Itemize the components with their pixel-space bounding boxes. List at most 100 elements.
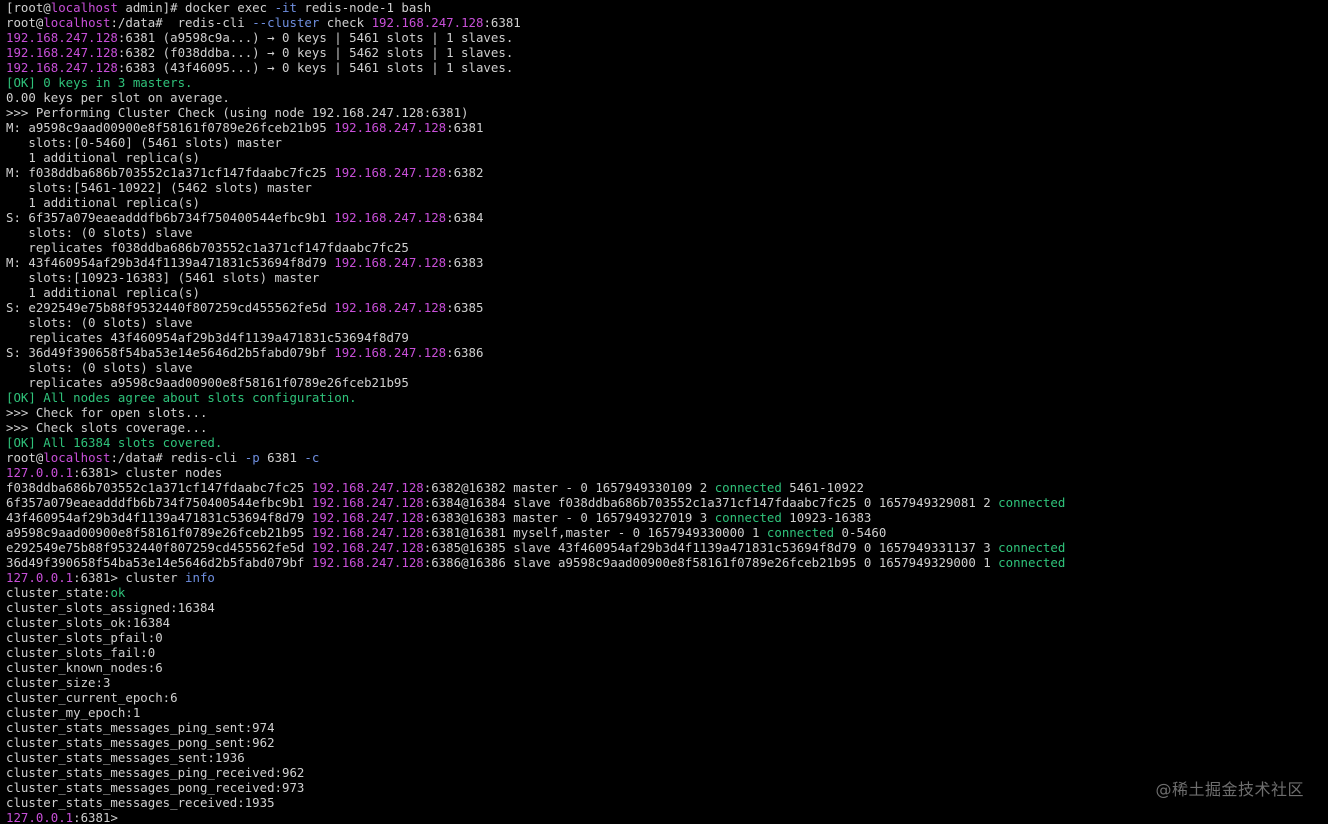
terminal-line: cluster_slots_fail:0 [6,645,1328,660]
terminal-line: 0.00 keys per slot on average. [6,90,1328,105]
terminal-line: slots: (0 slots) slave [6,315,1328,330]
terminal-text-segment: cluster_stats_messages_sent:1936 [6,749,245,765]
terminal-text-segment: connected [998,494,1066,510]
terminal-line: slots: (0 slots) slave [6,225,1328,240]
terminal-line: replicates f038ddba686b703552c1a371cf147… [6,240,1328,255]
terminal-text-segment: connected [998,554,1066,570]
terminal-line: 192.168.247.128:6382 (f038ddba...) → 0 k… [6,45,1328,60]
terminal-line: slots: (0 slots) slave [6,360,1328,375]
terminal-text-segment: M: f038ddba686b703552c1a371cf147fdaabc7f… [6,164,335,180]
terminal-line: [OK] All 16384 slots covered. [6,435,1328,450]
terminal-text-segment: :6383 (43f46095...) → 0 keys | 5461 slot… [117,59,514,75]
terminal-text-segment: 192.168.247.128 [311,524,424,540]
terminal-text-segment: 192.168.247.128 [6,44,118,60]
terminal-line: f038ddba686b703552c1a371cf147fdaabc7fc25… [6,480,1328,495]
terminal-text-segment: 192.168.247.128 [6,29,118,45]
terminal-text-segment: S: 6f357a079eaeadddfb6b734f750400544efbc… [6,209,335,225]
terminal-text-segment: 192.168.247.128 [311,539,424,555]
terminal-text-segment: -p [244,449,260,465]
terminal-line: cluster_state:ok [6,585,1328,600]
terminal-text-segment: >>> Performing Cluster Check (using node… [6,104,469,120]
terminal-line: cluster_stats_messages_pong_sent:962 [6,735,1328,750]
terminal-line: cluster_stats_messages_pong_received:973 [6,780,1328,795]
terminal-text-segment: f038ddba686b703552c1a371cf147fdaabc7fc25 [6,479,312,495]
terminal-line: cluster_slots_pfail:0 [6,630,1328,645]
terminal-text-segment: connected [766,524,835,540]
terminal-line: 1 additional replica(s) [6,285,1328,300]
terminal-text-segment: slots: (0 slots) slave [6,359,193,375]
terminal-line: replicates a9598c9aad00900e8f58161f0789e… [6,375,1328,390]
terminal-line: [root@localhost admin]# docker exec -it … [6,0,1328,15]
terminal-text-segment: cluster_my_epoch:1 [6,704,141,720]
terminal-text-segment: :6386 [446,344,484,360]
terminal-cursor [118,811,125,824]
terminal-text-segment: cluster_state: [6,584,111,600]
terminal-line: cluster_stats_messages_ping_sent:974 [6,720,1328,735]
terminal-window[interactable]: [root@localhost admin]# docker exec -it … [0,0,1328,824]
terminal-text-segment: 192.168.247.128 [311,554,424,570]
terminal-text-segment: ok [110,584,126,600]
terminal-text-segment: 192.168.247.128 [334,344,447,360]
terminal-text-segment: e292549e75b88f9532440f807259cd455562fe5d [6,539,312,555]
terminal-text-segment: root@ [6,449,44,465]
terminal-text-segment: 43f460954af29b3d4f1139a471831c53694f8d79 [6,509,312,525]
terminal-output: [root@localhost admin]# docker exec -it … [6,0,1328,824]
terminal-line: 1 additional replica(s) [6,195,1328,210]
terminal-text-segment: redis-node-1 bash [296,0,432,15]
terminal-text-segment: check [319,14,372,30]
terminal-text-segment: :6385 [446,299,484,315]
terminal-text-segment: :6382@16382 master - 0 1657949330109 2 [423,479,715,495]
terminal-text-segment: slots: (0 slots) slave [6,224,193,240]
terminal-text-segment: cluster_stats_messages_pong_sent:962 [6,734,275,750]
terminal-line: slots:[0-5460] (5461 slots) master [6,135,1328,150]
terminal-text-segment: :6381> [73,809,118,824]
terminal-line: S: 36d49f390658f54ba53e14e5646d2b5fabd07… [6,345,1328,360]
terminal-line: >>> Check slots coverage... [6,420,1328,435]
terminal-text-segment: 10923-16383 [781,509,872,525]
terminal-text-segment: connected [998,539,1066,555]
terminal-text-segment: :6383@16383 master - 0 1657949327019 3 [423,509,715,525]
terminal-text-segment: :/data# redis-cli [110,449,245,465]
terminal-text-segment: :6383 [446,254,484,270]
terminal-text-segment: M: 43f460954af29b3d4f1139a471831c53694f8… [6,254,335,270]
terminal-text-segment: [OK] 0 keys in 3 masters. [6,74,193,90]
terminal-text-segment: cluster_slots_assigned:16384 [6,599,215,615]
terminal-text-segment: admin]# docker exec [117,0,275,15]
terminal-line: replicates 43f460954af29b3d4f1139a471831… [6,330,1328,345]
terminal-line: 1 additional replica(s) [6,150,1328,165]
terminal-text-segment: -c [304,449,320,465]
terminal-line: cluster_size:3 [6,675,1328,690]
terminal-text-segment: 192.168.247.128 [311,494,424,510]
terminal-line: >>> Check for open slots... [6,405,1328,420]
terminal-text-segment: localhost [50,0,118,15]
terminal-text-segment: 192.168.247.128 [371,14,484,30]
terminal-text-segment: cluster_stats_messages_ping_received:962 [6,764,305,780]
terminal-text-segment: 127.0.0.1 [6,809,74,824]
terminal-line: 43f460954af29b3d4f1139a471831c53694f8d79… [6,510,1328,525]
terminal-text-segment: 5461-10922 [781,479,864,495]
terminal-text-segment: localhost [43,14,111,30]
terminal-text-segment: 127.0.0.1 [6,569,74,585]
terminal-line: cluster_known_nodes:6 [6,660,1328,675]
terminal-text-segment: 192.168.247.128 [334,299,447,315]
terminal-text-segment: :6384@16384 slave f038ddba686b703552c1a3… [423,494,999,510]
terminal-text-segment: 0-5460 [834,524,887,540]
terminal-line: cluster_stats_messages_sent:1936 [6,750,1328,765]
terminal-line: [OK] 0 keys in 3 masters. [6,75,1328,90]
terminal-line: >>> Performing Cluster Check (using node… [6,105,1328,120]
terminal-text-segment: S: e292549e75b88f9532440f807259cd455562f… [6,299,335,315]
terminal-line: cluster_my_epoch:1 [6,705,1328,720]
terminal-text-segment: 6f357a079eaeadddfb6b734f750400544efbc9b1 [6,494,312,510]
terminal-text-segment: :6385@16385 slave 43f460954af29b3d4f1139… [423,539,999,555]
terminal-text-segment: cluster_slots_ok:16384 [6,614,171,630]
terminal-text-segment: replicates 43f460954af29b3d4f1139a471831… [6,329,409,345]
terminal-text-segment: connected [714,479,782,495]
terminal-text-segment: replicates f038ddba686b703552c1a371cf147… [6,239,409,255]
terminal-line: cluster_current_epoch:6 [6,690,1328,705]
terminal-text-segment: :/data# redis-cli [110,14,253,30]
terminal-text-segment: connected [714,509,782,525]
terminal-text-segment: 192.168.247.128 [334,254,447,270]
terminal-text-segment: 192.168.247.128 [334,164,447,180]
terminal-line: M: a9598c9aad00900e8f58161f0789e26fceb21… [6,120,1328,135]
terminal-text-segment: cluster_known_nodes:6 [6,659,163,675]
